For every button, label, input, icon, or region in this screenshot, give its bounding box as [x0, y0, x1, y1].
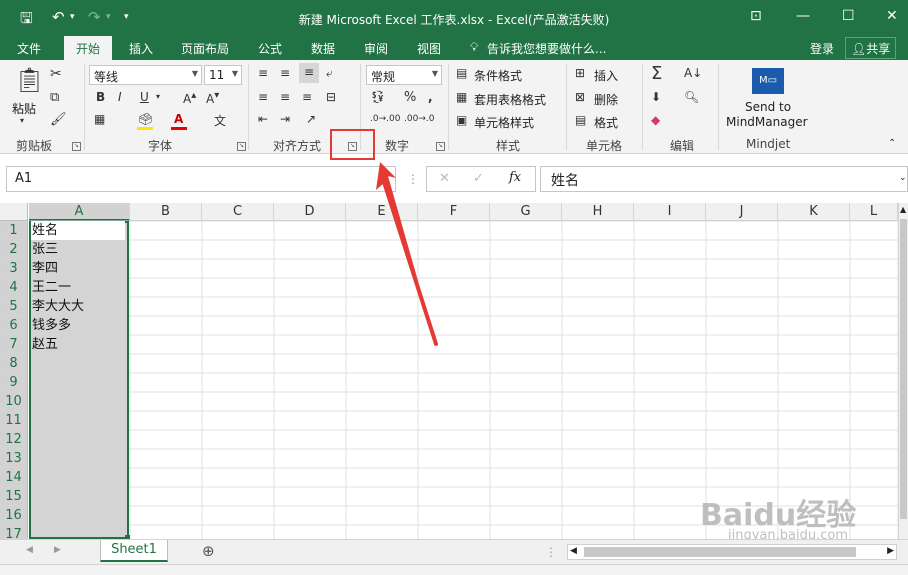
sheet-tab-sheet1[interactable]: Sheet1: [100, 540, 168, 562]
scroll-right-icon[interactable]: ▶: [887, 546, 894, 556]
tab-splitter-icon[interactable]: ⋮: [545, 545, 557, 559]
add-sheet-icon[interactable]: ⊕: [202, 542, 215, 560]
annotation-arrow: [376, 162, 438, 346]
sheet-tab-bar: ◀ ▶ Sheet1 ⊕ ⋮ ◀ ▶: [0, 539, 908, 564]
horizontal-scrollbar[interactable]: ◀ ▶: [567, 544, 897, 560]
status-bar: [0, 564, 908, 575]
prev-sheet-icon[interactable]: ◀: [26, 545, 33, 555]
h-scroll-thumb[interactable]: [584, 547, 856, 557]
next-sheet-icon[interactable]: ▶: [54, 545, 61, 555]
scroll-left-icon[interactable]: ◀: [570, 546, 577, 556]
